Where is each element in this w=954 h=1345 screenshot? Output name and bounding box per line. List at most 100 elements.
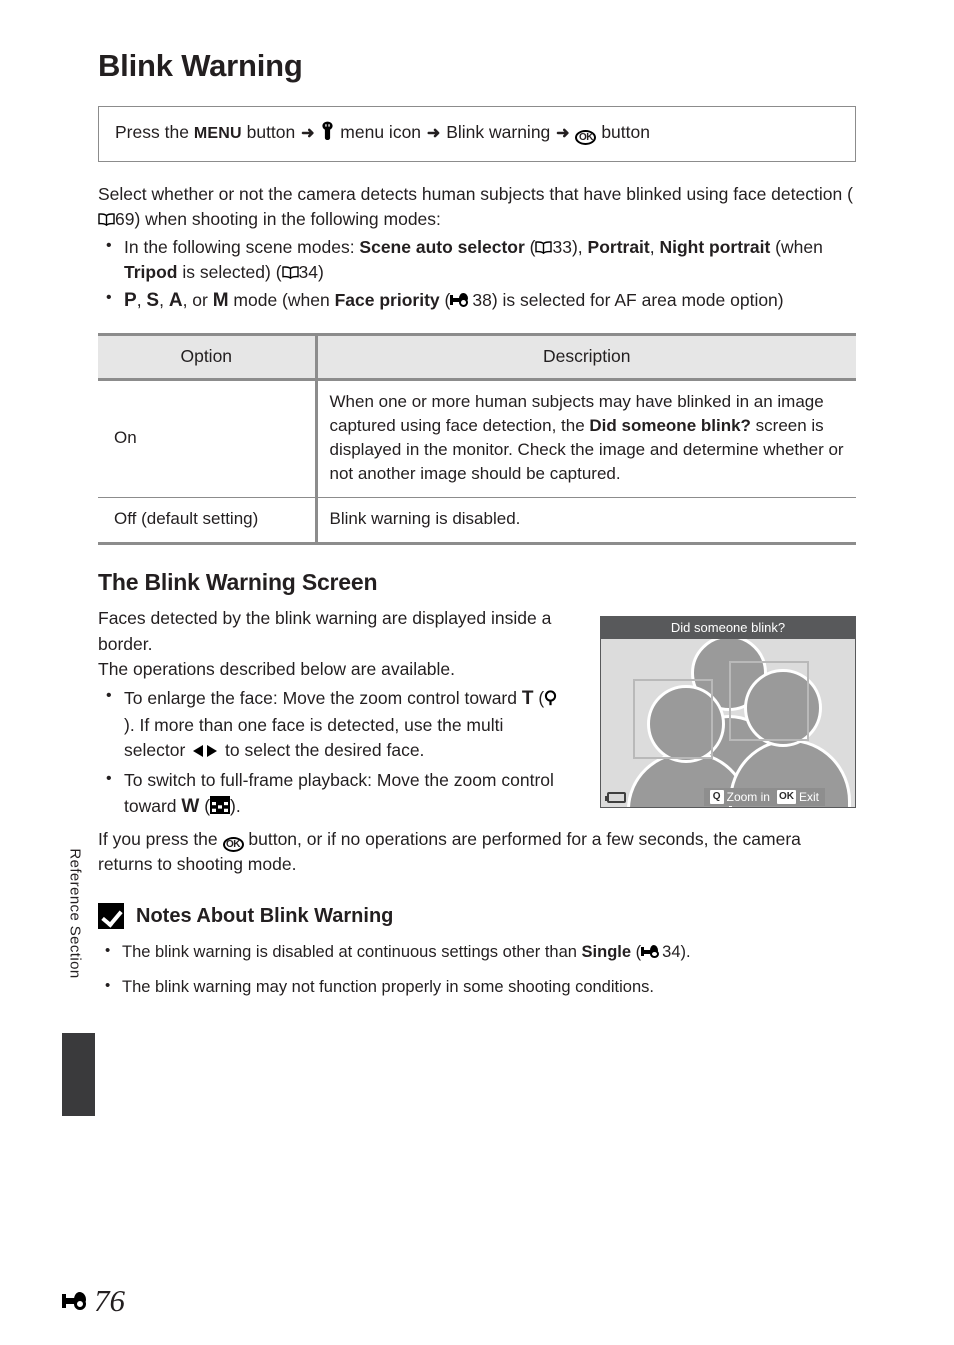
magnifier-icon [544,688,558,713]
table-cell-description-on: When one or more human subjects may have… [316,379,856,499]
ok-button-icon: OK [575,130,597,145]
intro-line-1: Select whether or not the camera detects… [98,183,682,204]
reference-section-glyph [641,944,662,959]
screen-para-1: Faces detected by the blink warning are … [98,608,552,654]
manual-book-icon [535,236,553,254]
desc-on-bold: Did someone blink? [589,415,751,435]
screen-section-text: Faces detected by the blink warning are … [98,606,568,820]
camera-screen-illustration: Did someone blink? Q Zoom in OK Exit [600,616,856,809]
note1-bold-single: Single [581,943,632,962]
hint-zoom-in: Q Zoom in [709,790,770,805]
bullet1-ref-2: 34 [298,261,318,282]
multi-selector-left-right-icon [190,740,220,765]
arrow-icon-1: ➜ [301,125,315,142]
note1-ref-e: 34 [662,943,681,962]
hint-zoom-in-label: Zoom in [726,790,770,805]
list-item: In the following scene modes: Scene auto… [98,234,856,286]
table-cell-description-off: Blink warning is disabled. [316,497,856,546]
intro-block: Select whether or not the camera detects… [98,182,856,315]
hint-exit-label: Exit [798,790,819,805]
page-title: Blink Warning [98,48,303,83]
intro-line-2a: using face detection ( [686,183,853,204]
mode-m: M [212,290,229,312]
list-item: To switch to full-frame playback: Move t… [98,767,568,821]
nav-item-blink-warning: Blink warning [446,122,551,142]
screen-b2-b: ( [199,796,211,817]
screen-section-body: Faces detected by the blink warning are … [98,606,856,820]
nav-word-button-2: button [601,122,650,142]
notes-list: The blink warning is disabled at continu… [98,940,856,999]
wrench-icon [320,121,335,146]
side-rail: Reference Section [30,0,100,1345]
bullet2-mid-2: mode (when [228,290,335,311]
intro-line-2b: ) when shooting in the following modes: [134,209,441,230]
note1-b: ( [631,943,642,962]
table-row: Off (default setting) Blink warning is d… [98,497,856,546]
bullet1-suffix: ) [318,261,324,282]
camera-hint-group: Q Zoom in OK Exit [703,788,825,807]
intro-ref-1: 69 [115,209,135,230]
section-label: Reference Section [66,848,84,979]
note2-a: The blink warning may not function prope… [122,978,654,997]
face-detection-box-right [729,661,809,742]
arrow-icon-2: ➜ [426,125,441,142]
section-tab-marker [62,1033,95,1116]
closing-paragraph: If you press the OK button, or if no ope… [98,827,856,878]
arrow-icon-3: ➜ [556,125,570,142]
list-item: To enlarge the face: Move the zoom contr… [98,684,568,766]
camera-screen-footer: Q Zoom in OK Exit [601,787,855,807]
screen-b2-c: ). [230,796,241,817]
table-header-description: Description [316,332,856,381]
screen-b1-b: ( [533,687,545,708]
bullet2-suffix: ) is selected for AF area mode option) [491,290,784,311]
bullet1-bold-night-portrait: Night portrait [659,236,771,257]
bullet2-mid-3: ( [439,290,451,311]
bullet1-bold-scene-auto: Scene auto selector [359,236,525,257]
bullet2-bold-face-priority: Face priority [334,290,440,311]
list-item: P, S, A, or M mode (when Face priority (… [98,286,856,315]
table-header-option: Option [98,332,318,381]
notes-title: Notes About Blink Warning [136,904,394,927]
ok-button-icon: OK [222,836,244,852]
magnifier-icon: Q [709,790,724,805]
screen-bullet-list: To enlarge the face: Move the zoom contr… [98,684,568,821]
ok-button-icon: OK [776,790,796,805]
note1-a: The blink warning is disabled at continu… [122,943,582,962]
hint-exit: OK Exit [776,790,819,805]
zoom-key-w: W [181,796,200,818]
manual-book-icon [281,261,299,279]
menu-path-box: Press the MENU button ➜ menu icon ➜ Blin… [98,106,856,162]
thumbnail-playback-icon [210,796,231,815]
menu-button-label: MENU [193,125,242,142]
table-cell-option-off: Off (default setting) [98,497,318,546]
options-table: Option Description On When one or more h… [98,332,856,546]
list-item: The blink warning may not function prope… [98,975,856,999]
mode-p: P [124,290,137,312]
bullet1-bold-portrait: Portrait [587,236,650,257]
bullet2-mid-1: , or [182,290,213,311]
section-title-blink-screen: The Blink Warning Screen [98,569,378,596]
bullet1-mid-4: is selected) ( [177,261,282,282]
camera-screen-canvas: Q Zoom in OK Exit [601,639,855,808]
reference-section-glyph [450,292,472,308]
notes-header: Notes About Blink Warning [98,903,856,930]
bullet1-prefix: In the following scene modes: [124,236,360,257]
page-number: 76 [62,1283,125,1319]
closing-part-a: If you press the [98,828,223,849]
bullet2-ref-e: 38 [472,290,492,311]
note1-c: ). [680,943,691,962]
battery-icon [605,791,626,803]
mode-a: A [168,290,183,312]
bullet1-mid-3: (when [770,236,823,257]
table-cell-option-on: On [98,379,318,499]
table-header-row: Option Description [98,332,856,381]
bullet1-mid-1: , [577,236,588,257]
zoom-key-t: T [521,687,534,709]
page-content: Blink Warning Press the MENU button ➜ me… [98,0,856,1012]
list-item: The blink warning is disabled at continu… [98,940,856,964]
camera-screen-title: Did someone blink? [601,617,855,640]
table-row: On When one or more human subjects may h… [98,379,856,499]
bullet1-bold-tripod: Tripod [124,261,178,282]
face-detection-box-left [633,679,713,760]
intro-paragraph: Select whether or not the camera detects… [98,182,856,233]
